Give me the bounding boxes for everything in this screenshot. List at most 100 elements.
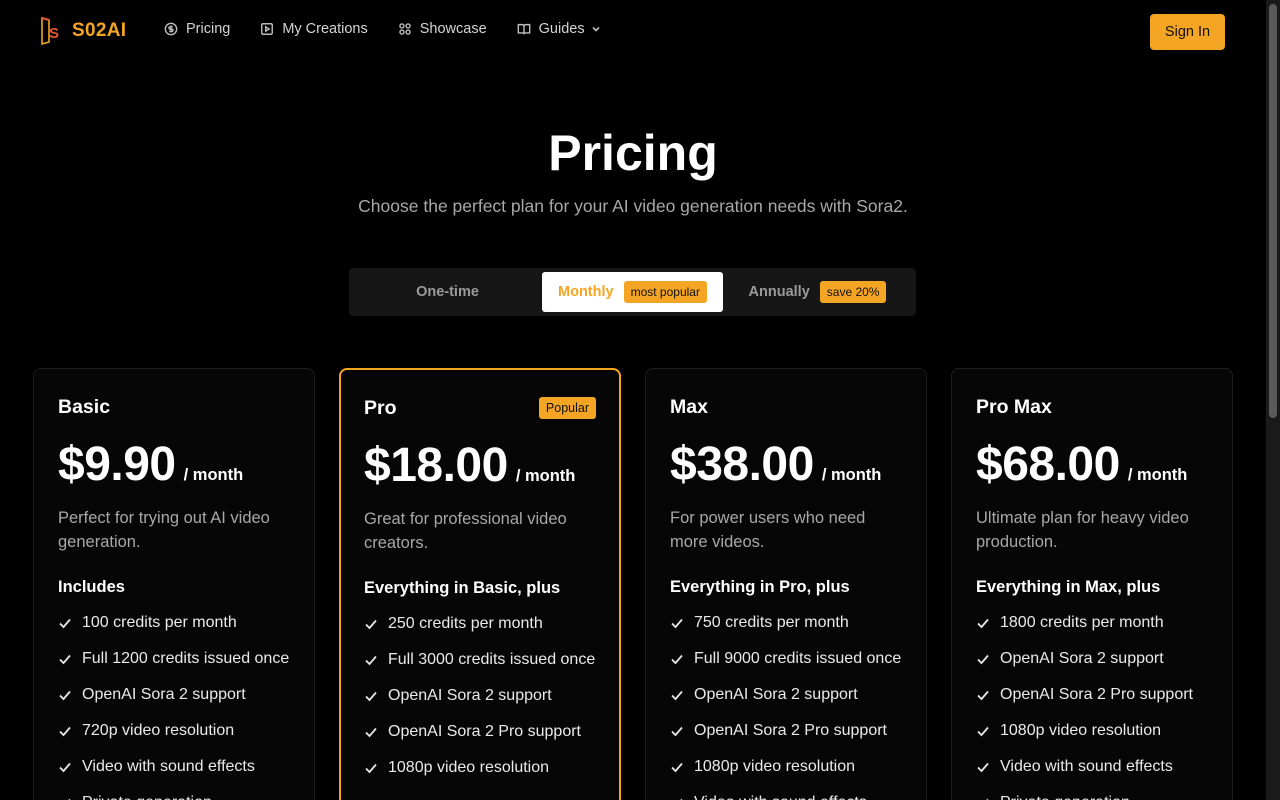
- check-icon: [671, 690, 683, 701]
- plan-card-basic: Basic $9.90 / month Perfect for trying o…: [33, 368, 315, 800]
- feature-item: 1080p video resolution: [976, 719, 1208, 743]
- feature-item: Video with sound effects: [976, 755, 1208, 779]
- feature-item: Full 9000 credits issued once: [670, 647, 902, 671]
- feature-item: OpenAI Sora 2 support: [58, 683, 290, 707]
- plan-price: $38.00: [670, 438, 814, 491]
- nav-my-creations[interactable]: My Creations: [260, 21, 368, 37]
- check-icon: [59, 726, 71, 737]
- plan-price: $18.00: [364, 439, 508, 492]
- feature-text: Full 1200 credits issued once: [82, 650, 290, 667]
- check-icon: [671, 726, 683, 737]
- plan-name: Basic: [58, 395, 111, 418]
- check-icon: [977, 762, 989, 773]
- sign-in-button[interactable]: Sign In: [1150, 14, 1225, 50]
- check-icon: [365, 619, 377, 630]
- plan-period: / month: [821, 466, 882, 484]
- scrollbar-thumb[interactable]: [1269, 4, 1277, 418]
- top-header: S S02AI Pricing My Creations Showcase Gu…: [0, 0, 1266, 64]
- plan-includes-title: Everything in Max, plus: [976, 578, 1161, 596]
- feature-text: 100 credits per month: [82, 614, 237, 631]
- plan-card-pro-max: Pro Max $68.00 / month Ultimate plan for…: [951, 368, 1233, 800]
- feature-text: OpenAI Sora 2 Pro support: [388, 723, 581, 740]
- nav-pricing[interactable]: Pricing: [164, 21, 230, 37]
- feature-text: Video with sound effects: [1000, 758, 1173, 775]
- feature-text: OpenAI Sora 2 support: [1000, 650, 1164, 667]
- nav-my-creations-label: My Creations: [282, 21, 368, 37]
- svg-text:S: S: [49, 25, 59, 42]
- feature-item: Full 3000 credits issued once: [364, 648, 596, 672]
- check-icon: [680, 798, 683, 800]
- feature-text: 750 credits per month: [694, 614, 849, 631]
- feature-item: Video with sound effects: [58, 755, 290, 779]
- feature-item: 100 credits per month: [58, 611, 290, 635]
- feature-item: 1080p video resolution: [364, 756, 596, 780]
- brand-logo[interactable]: S S02AI: [40, 16, 126, 46]
- feature-text: 1080p video resolution: [388, 759, 550, 776]
- feature-item: OpenAI Sora 2 support: [670, 683, 902, 707]
- check-icon: [977, 654, 989, 665]
- billing-option-label: Monthly: [558, 284, 614, 300]
- feature-text: Full 3000 credits issued once: [388, 651, 596, 668]
- feature-text: OpenAI Sora 2 Pro support: [1000, 686, 1193, 703]
- feature-item: 720p video resolution: [58, 719, 290, 743]
- plan-period: / month: [515, 467, 576, 485]
- feature-item: Private generation: [58, 791, 290, 800]
- check-icon: [59, 618, 71, 629]
- plan-price: $9.90: [58, 438, 176, 491]
- check-icon: [671, 654, 683, 665]
- plan-includes-title: Everything in Pro, plus: [670, 578, 850, 596]
- check-icon: [977, 618, 989, 629]
- dollar-circle-icon: [164, 22, 178, 36]
- billing-period-toggle: One-time Monthly most popular Annually s…: [349, 268, 916, 316]
- plan-card-max: Max $38.00 / month For power users who n…: [645, 368, 927, 800]
- billing-option-annually[interactable]: Annually save 20%: [723, 272, 912, 312]
- billing-option-monthly[interactable]: Monthly most popular: [542, 272, 723, 312]
- feature-text: 1080p video resolution: [1000, 722, 1162, 739]
- plan-period: / month: [183, 466, 244, 484]
- page-scrollbar[interactable]: [1266, 0, 1280, 800]
- plan-features: 250 credits per month Full 3000 credits i…: [364, 612, 596, 780]
- popular-badge: Popular: [538, 397, 596, 419]
- feature-text: 1080p video resolution: [694, 758, 856, 775]
- feature-item: 1080p video resolution: [670, 755, 902, 779]
- feature-item: OpenAI Sora 2 support: [976, 647, 1208, 671]
- check-icon: [365, 727, 377, 738]
- play-square-icon: [261, 23, 274, 35]
- plan-price: $68.00: [976, 438, 1120, 491]
- check-icon: [365, 763, 377, 774]
- plan-description: Great for professional video creators.: [364, 510, 567, 552]
- feature-item: OpenAI Sora 2 Pro support: [670, 719, 902, 743]
- nav-pricing-label: Pricing: [186, 21, 231, 37]
- feature-item: Video with sound effects: [670, 791, 902, 800]
- feature-text: OpenAI Sora 2 Pro support: [694, 722, 887, 739]
- feature-item: 750 credits per month: [670, 611, 902, 635]
- check-icon: [59, 762, 71, 773]
- feature-text: 720p video resolution: [82, 722, 235, 739]
- feature-item: OpenAI Sora 2 Pro support: [364, 720, 596, 744]
- nav-guides[interactable]: Guides: [517, 21, 601, 37]
- main-nav: Pricing My Creations Showcase Guides: [164, 21, 601, 37]
- feature-text: OpenAI Sora 2 support: [82, 686, 246, 703]
- nav-showcase-label: Showcase: [419, 21, 487, 37]
- plan-period: / month: [1127, 466, 1188, 484]
- nav-showcase[interactable]: Showcase: [398, 21, 487, 37]
- feature-item: 250 credits per month: [364, 612, 596, 636]
- feature-text: Full 9000 credits issued once: [694, 650, 902, 667]
- plan-name: Max: [670, 395, 708, 418]
- grid-icon: [398, 23, 411, 35]
- check-icon: [977, 690, 989, 701]
- feature-item: 1800 credits per month: [976, 611, 1208, 635]
- feature-text: OpenAI Sora 2 support: [388, 687, 552, 704]
- check-icon: [671, 762, 683, 773]
- nav-guides-label: Guides: [538, 21, 585, 37]
- feature-text: Private generation: [1000, 791, 1130, 800]
- plan-features: 100 credits per month Full 1200 credits i…: [58, 611, 290, 800]
- feature-text: 250 credits per month: [388, 615, 543, 632]
- check-icon: [986, 798, 989, 800]
- save-badge: save 20%: [819, 281, 887, 303]
- billing-option-one-time[interactable]: One-time: [353, 272, 542, 312]
- feature-text: 1800 credits per month: [1000, 614, 1164, 631]
- plan-description: Ultimate plan for heavy video production…: [976, 509, 1189, 551]
- plan-includes-title: Everything in Basic, plus: [364, 579, 561, 597]
- check-icon: [59, 654, 71, 665]
